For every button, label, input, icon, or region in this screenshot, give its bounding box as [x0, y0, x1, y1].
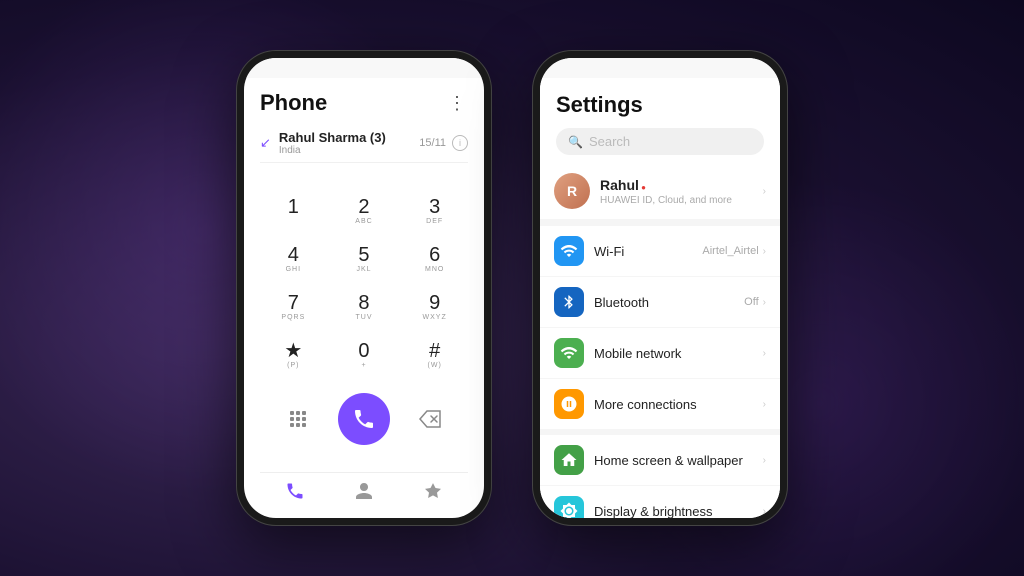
more-connections-label-container: More connections [594, 397, 763, 412]
phone-screen-left: Phone ⋮ ↙ Rahul Sharma (3) India 15/11 i… [244, 58, 484, 518]
bluetooth-label: Bluetooth [594, 295, 744, 310]
nav-contacts-icon[interactable] [354, 481, 374, 506]
search-placeholder-text: Search [589, 134, 630, 149]
call-info: Rahul Sharma (3) India [279, 130, 419, 156]
grid-icon-button[interactable] [280, 401, 316, 437]
wifi-chevron: › [763, 246, 766, 257]
dial-key-3[interactable]: 3DEF [401, 189, 468, 233]
call-count: 15/11 [419, 137, 446, 149]
profile-dot: ● [639, 183, 646, 192]
nav-calls-icon[interactable] [285, 481, 305, 506]
mobile-network-label-container: Mobile network [594, 346, 763, 361]
profile-name: Rahul ● [600, 177, 763, 195]
profile-item[interactable]: R Rahul ● HUAWEI ID, Cloud, and more › [540, 163, 780, 220]
mobile-network-label: Mobile network [594, 346, 763, 361]
nav-favorites-icon[interactable] [423, 481, 443, 506]
recent-call-item[interactable]: ↙ Rahul Sharma (3) India 15/11 i [260, 124, 468, 163]
phone-app: Phone ⋮ ↙ Rahul Sharma (3) India 15/11 i… [244, 78, 484, 518]
display-icon [554, 496, 584, 518]
profile-sub: HUAWEI ID, Cloud, and more [600, 195, 763, 206]
wifi-item[interactable]: Wi-Fi Airtel_Airtel › [540, 226, 780, 277]
settings-list: R Rahul ● HUAWEI ID, Cloud, and more › [540, 163, 780, 518]
phone-left: Phone ⋮ ↙ Rahul Sharma (3) India 15/11 i… [236, 50, 492, 526]
settings-app: Settings 🔍 Search R Rahul ● [540, 78, 780, 518]
settings-header: Settings 🔍 Search [540, 78, 780, 163]
profile-section: R Rahul ● HUAWEI ID, Cloud, and more › [540, 163, 780, 220]
avatar: R [554, 173, 590, 209]
dial-key-2[interactable]: 2ABC [331, 189, 398, 233]
calls-icon [285, 481, 305, 501]
dial-key-5[interactable]: 5JKL [331, 237, 398, 281]
dialpad-grid: 1 2ABC 3DEF 4GHI 5JKL 6MNO 7PQRS 8TUV 9W… [260, 189, 468, 377]
call-button[interactable] [338, 393, 390, 445]
contacts-icon [354, 481, 374, 501]
dial-key-4[interactable]: 4GHI [260, 237, 327, 281]
mobile-network-icon [554, 338, 584, 368]
display-section: Home screen & wallpaper › [540, 435, 780, 518]
call-info-icon[interactable]: i [452, 135, 468, 151]
wifi-label: Wi-Fi [594, 244, 702, 259]
home-screen-label: Home screen & wallpaper [594, 453, 763, 468]
profile-info: Rahul ● HUAWEI ID, Cloud, and more [600, 177, 763, 206]
dial-key-star[interactable]: ★(P) [260, 333, 327, 377]
bluetooth-chevron: › [763, 297, 766, 308]
more-connections-label: More connections [594, 397, 763, 412]
bluetooth-label-container: Bluetooth [594, 295, 744, 310]
phone-icon [352, 407, 376, 431]
bluetooth-icon [554, 287, 584, 317]
star-icon [423, 481, 443, 501]
wifi-value: Airtel_Airtel [702, 245, 758, 257]
more-connections-chevron: › [763, 399, 766, 410]
mobile-network-item[interactable]: Mobile network › [540, 328, 780, 379]
display-label: Display & brightness [594, 504, 763, 519]
dial-key-6[interactable]: 6MNO [401, 237, 468, 281]
search-icon: 🔍 [568, 135, 583, 149]
phone-screen-right: Settings 🔍 Search R Rahul ● [540, 58, 780, 518]
more-connections-item[interactable]: More connections › [540, 379, 780, 429]
mobile-network-chevron: › [763, 348, 766, 359]
wifi-label-container: Wi-Fi [594, 244, 702, 259]
grid-icon [288, 409, 308, 429]
bottom-nav [260, 472, 468, 518]
missed-call-icon: ↙ [260, 135, 271, 151]
dial-key-8[interactable]: 8TUV [331, 285, 398, 329]
display-chevron: › [763, 506, 766, 517]
dial-key-0[interactable]: 0+ [331, 333, 398, 377]
bluetooth-value: Off [744, 296, 758, 308]
home-screen-label-container: Home screen & wallpaper [594, 453, 763, 468]
dial-key-9[interactable]: 9WXYZ [401, 285, 468, 329]
home-screen-icon [554, 445, 584, 475]
home-screen-item[interactable]: Home screen & wallpaper › [540, 435, 780, 486]
status-bar-right [540, 58, 780, 78]
dialpad-bottom [260, 385, 468, 457]
dialpad: 1 2ABC 3DEF 4GHI 5JKL 6MNO 7PQRS 8TUV 9W… [260, 173, 468, 472]
display-item[interactable]: Display & brightness › [540, 486, 780, 518]
more-options-icon[interactable]: ⋮ [448, 94, 468, 112]
status-bar-left [244, 58, 484, 78]
display-label-container: Display & brightness [594, 504, 763, 519]
dial-key-1[interactable]: 1 [260, 189, 327, 233]
search-bar[interactable]: 🔍 Search [556, 128, 764, 155]
wifi-icon [554, 236, 584, 266]
call-name: Rahul Sharma (3) [279, 130, 419, 145]
backspace-icon [419, 410, 441, 428]
dial-key-7[interactable]: 7PQRS [260, 285, 327, 329]
connectivity-section: Wi-Fi Airtel_Airtel › [540, 226, 780, 429]
more-connections-icon [554, 389, 584, 419]
settings-title: Settings [556, 92, 764, 118]
chevron-icon: › [763, 186, 766, 197]
bluetooth-item[interactable]: Bluetooth Off › [540, 277, 780, 328]
phone-title: Phone [260, 90, 327, 116]
phone-header: Phone ⋮ [260, 90, 468, 116]
home-screen-chevron: › [763, 455, 766, 466]
phones-container: Phone ⋮ ↙ Rahul Sharma (3) India 15/11 i… [236, 50, 788, 526]
call-location: India [279, 145, 419, 156]
dial-key-hash[interactable]: #(W) [401, 333, 468, 377]
delete-button[interactable] [412, 401, 448, 437]
phone-right: Settings 🔍 Search R Rahul ● [532, 50, 788, 526]
